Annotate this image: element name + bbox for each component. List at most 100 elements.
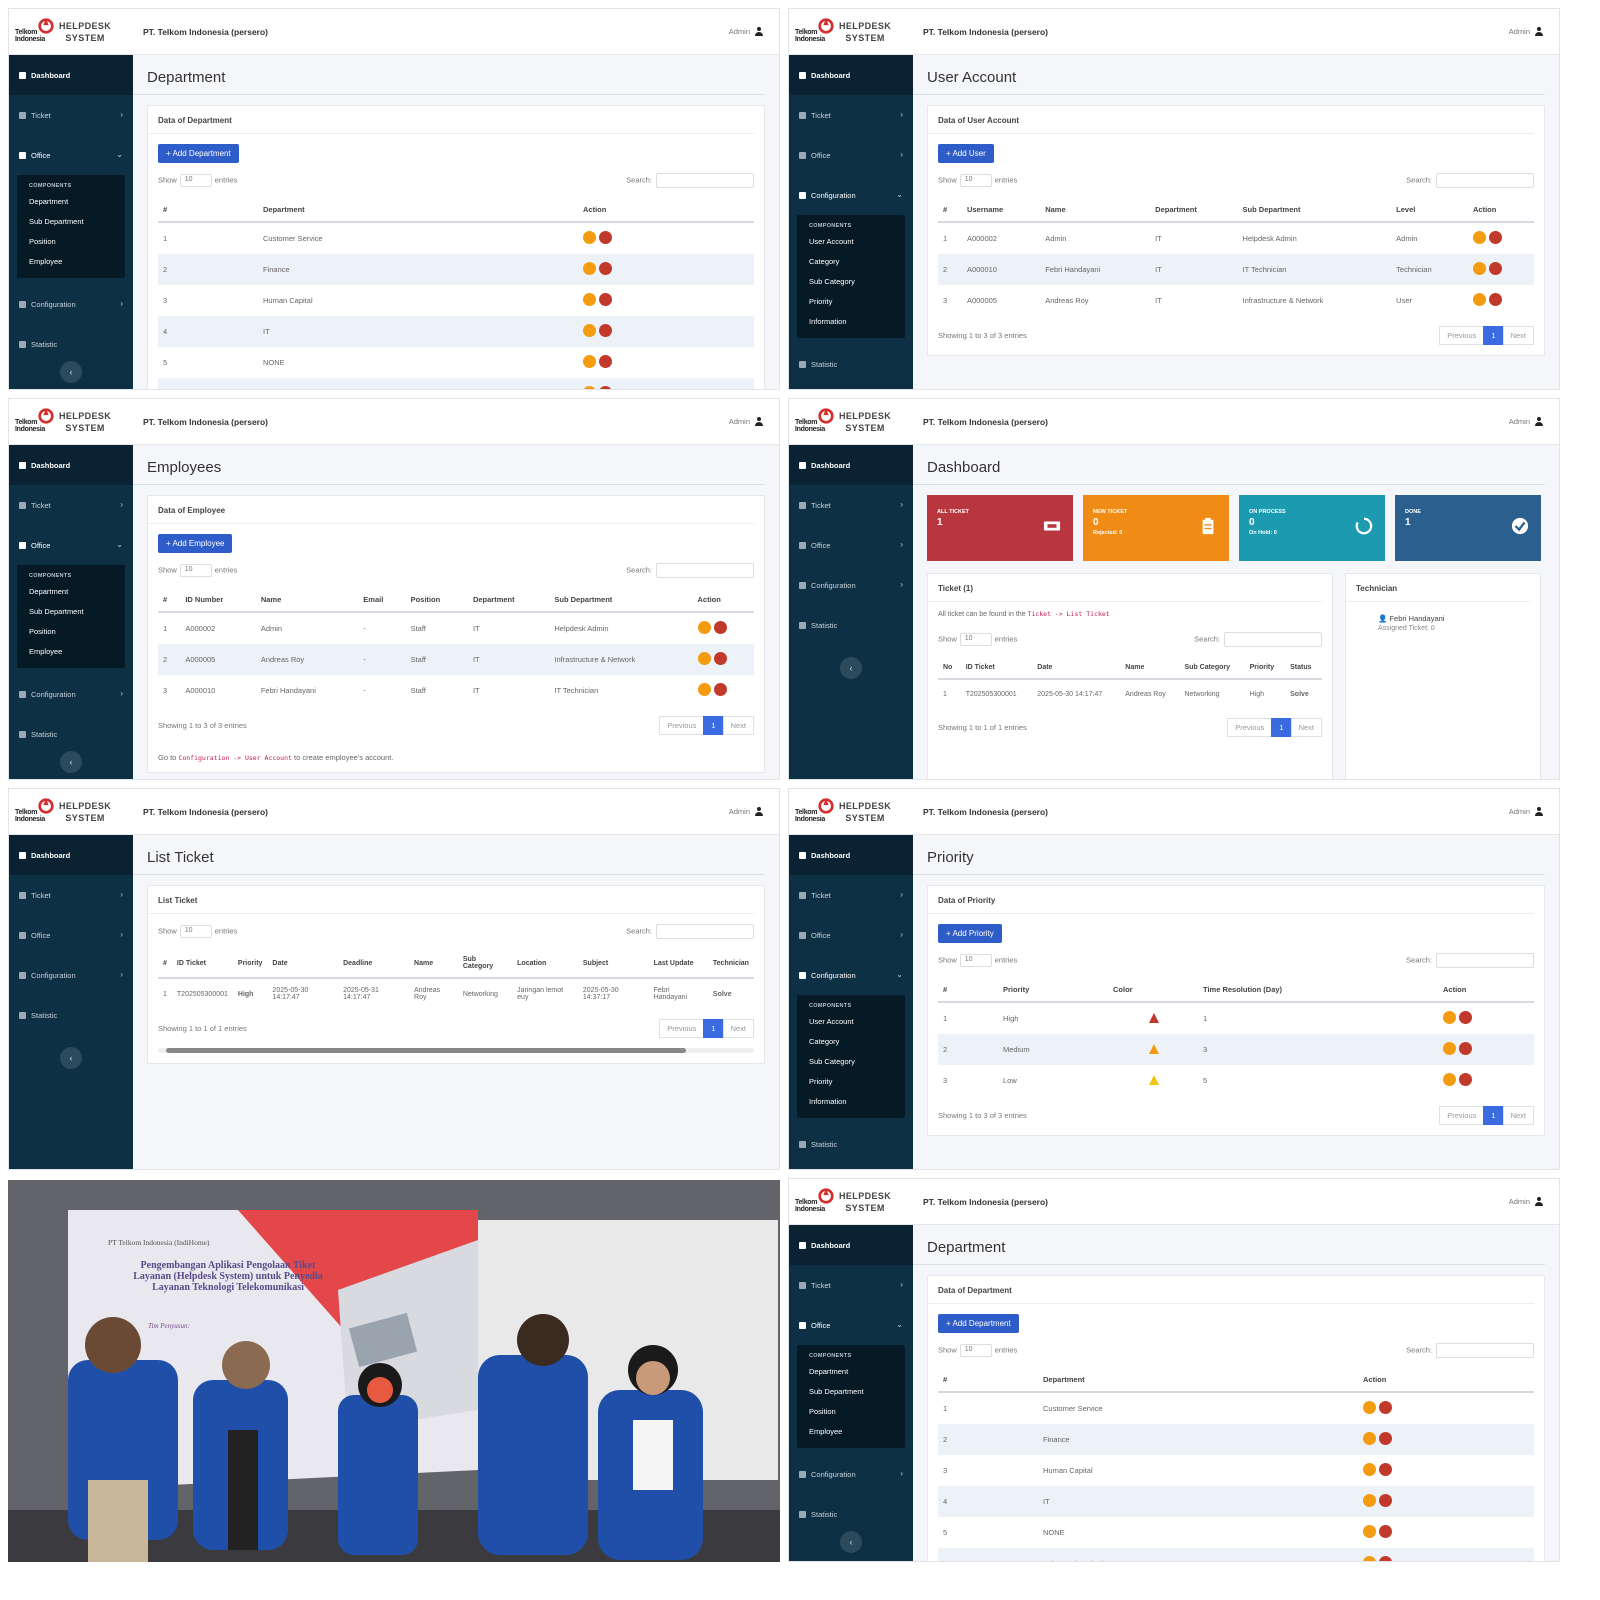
sidebar-item-office[interactable]: Office ⌄ [9,525,133,565]
edit-icon[interactable] [697,652,711,665]
edit-icon[interactable] [697,621,711,634]
delete-icon[interactable] [1379,1556,1392,1561]
sidebar-item-statistic[interactable]: Statistic [9,324,133,364]
user-menu[interactable]: Admin [1509,1197,1559,1206]
user-menu[interactable]: Admin [729,417,779,426]
submenu-department[interactable]: Department [797,1362,905,1382]
sidebar-item-dashboard[interactable]: Dashboard [9,445,133,485]
submenu-information[interactable]: Information [797,1092,905,1112]
next-button[interactable]: Next [722,716,754,735]
brand[interactable]: Telkom Indonesia HELPDESK SYSTEM [789,1179,913,1225]
sidebar-item-ticket[interactable]: Ticket › [9,485,133,525]
brand[interactable]: Telkom Indonesia HELPDESK SYSTEM [9,789,133,835]
page-size-select[interactable]: 10 [959,174,992,187]
submenu-employee[interactable]: Employee [17,252,125,272]
page-size-select[interactable]: 10 [959,1344,992,1357]
horizontal-scrollbar[interactable] [158,1048,754,1053]
brand[interactable]: Telkom Indonesia HELPDESK SYSTEM [789,399,913,445]
submenu-sub-category[interactable]: Sub Category [797,272,905,292]
page-size-select[interactable]: 10 [959,954,992,967]
sidebar-item-office[interactable]: Office ⌄ [789,1305,913,1345]
delete-icon[interactable] [1379,1525,1392,1538]
delete-icon[interactable] [713,683,727,696]
submenu-employee[interactable]: Employee [797,1422,905,1442]
user-menu[interactable]: Admin [729,807,779,816]
edit-icon[interactable] [1443,1042,1456,1055]
brand[interactable]: Telkom Indonesia HELPDESK SYSTEM [789,789,913,835]
search-input[interactable] [656,563,754,578]
page-size-select[interactable]: 10 [179,174,212,187]
delete-icon[interactable] [1459,1073,1472,1086]
user-menu[interactable]: Admin [1509,27,1559,36]
sidebar-item-dashboard[interactable]: Dashboard [789,445,913,485]
sidebar-item-dashboard[interactable]: Dashboard [9,835,133,875]
delete-icon[interactable] [1459,1042,1472,1055]
brand[interactable]: Telkom Indonesia HELPDESK SYSTEM [789,9,913,55]
sidebar-item-dashboard[interactable]: Dashboard [789,1225,913,1265]
delete-icon[interactable] [599,324,612,337]
sidebar-toggle-button[interactable]: ‹ [60,1047,82,1069]
search-input[interactable] [1224,632,1322,647]
sidebar-item-configuration[interactable]: Configuration › [789,565,913,605]
delete-icon[interactable] [1379,1494,1392,1507]
submenu-position[interactable]: Position [797,1402,905,1422]
page-size-select[interactable]: 10 [959,633,992,646]
submenu-user-account[interactable]: User Account [797,232,905,252]
sidebar-item-office[interactable]: Office › [789,915,913,955]
delete-icon[interactable] [713,652,727,665]
on-process-tile[interactable]: ON PROCESS 0 On Hold: 0 [1239,495,1385,561]
edit-icon[interactable] [583,324,596,337]
sidebar-item-office[interactable]: Office ⌄ [9,135,133,175]
sidebar-toggle-button[interactable]: ‹ [60,751,82,773]
submenu-employee[interactable]: Employee [17,642,125,662]
search-input[interactable] [1436,173,1534,188]
sidebar-item-configuration[interactable]: Configuration › [9,955,133,995]
sidebar-item-statistic[interactable]: Statistic [789,605,913,645]
page-1-button[interactable]: 1 [703,1019,724,1038]
delete-icon[interactable] [1489,293,1503,306]
edit-icon[interactable] [583,386,596,389]
sidebar-item-ticket[interactable]: Ticket › [789,875,913,915]
add-department-button[interactable]: + Add Department [938,1314,1019,1333]
submenu-department[interactable]: Department [17,192,125,212]
submenu-category[interactable]: Category [797,252,905,272]
edit-icon[interactable] [1443,1011,1456,1024]
page-1-button[interactable]: 1 [1483,1106,1504,1125]
delete-icon[interactable] [713,621,727,634]
delete-icon[interactable] [1459,1011,1472,1024]
next-button[interactable]: Next [1290,718,1322,737]
edit-icon[interactable] [583,355,596,368]
submenu-position[interactable]: Position [17,232,125,252]
sidebar-item-office[interactable]: Office › [789,525,913,565]
submenu-information[interactable]: Information [797,312,905,332]
edit-icon[interactable] [1363,1556,1376,1561]
sidebar-toggle-button[interactable]: ‹ [840,1531,862,1553]
edit-icon[interactable] [1363,1494,1376,1507]
edit-icon[interactable] [1363,1463,1376,1476]
submenu-priority[interactable]: Priority [797,1072,905,1092]
add-user-button[interactable]: + Add User [938,144,994,163]
brand[interactable]: Telkom Indonesia HELPDESK SYSTEM [9,399,133,445]
sidebar-item-dashboard[interactable]: Dashboard [789,835,913,875]
edit-icon[interactable] [697,683,711,696]
edit-icon[interactable] [1473,262,1487,275]
delete-icon[interactable] [599,262,612,275]
previous-button[interactable]: Previous [1439,1106,1485,1125]
submenu-priority[interactable]: Priority [797,292,905,312]
submenu-sub-department[interactable]: Sub Department [17,212,125,232]
sidebar-item-statistic[interactable]: Statistic [789,1124,913,1164]
sidebar-item-dashboard[interactable]: Dashboard [9,55,133,95]
delete-icon[interactable] [599,386,612,389]
page-1-button[interactable]: 1 [1483,326,1504,345]
user-menu[interactable]: Admin [729,27,779,36]
add-department-button[interactable]: + Add Department [158,144,239,163]
sidebar-item-configuration[interactable]: Configuration › [789,1454,913,1494]
page-size-select[interactable]: 10 [179,564,212,577]
edit-icon[interactable] [583,293,596,306]
add-employee-button[interactable]: + Add Employee [158,534,233,553]
sidebar-item-configuration[interactable]: Configuration › [9,674,133,714]
edit-icon[interactable] [1363,1401,1376,1414]
next-button[interactable]: Next [1502,326,1534,345]
previous-button[interactable]: Previous [659,716,705,735]
search-input[interactable] [1436,953,1534,968]
